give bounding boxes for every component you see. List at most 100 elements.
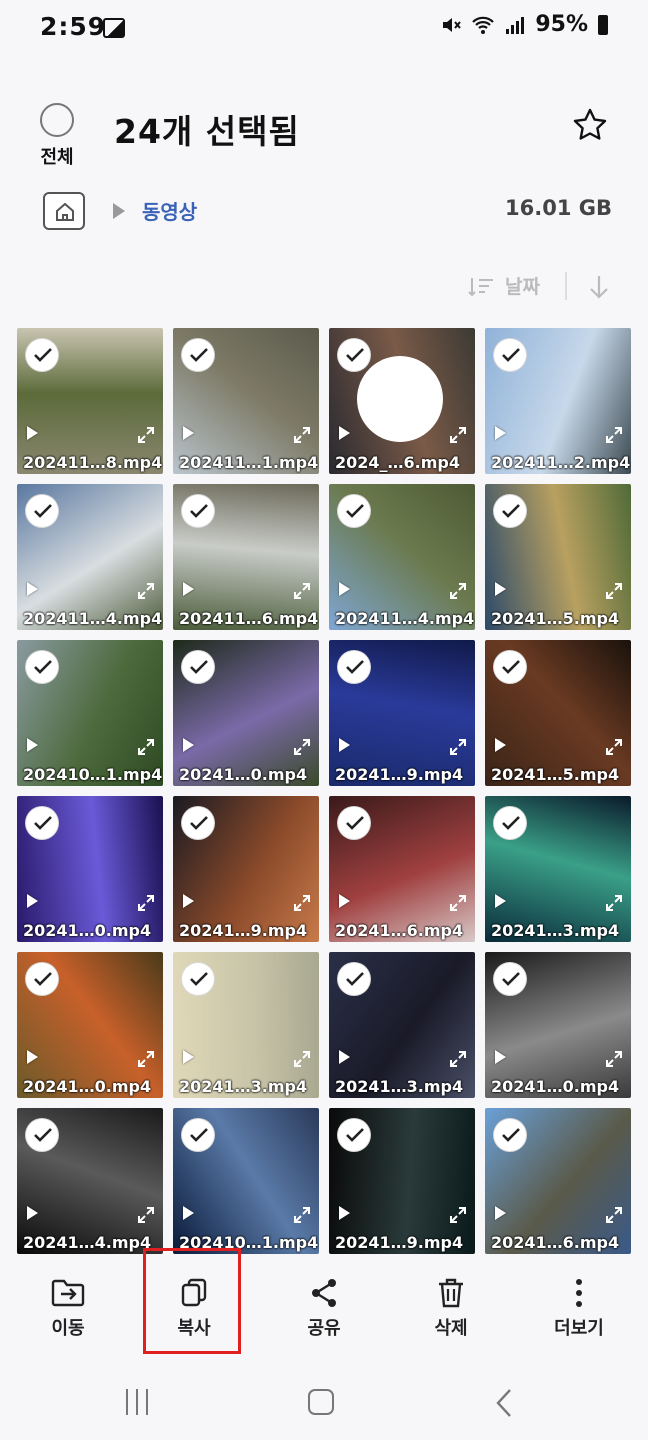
- page-title: 24개 선택됨: [114, 112, 300, 151]
- expand-icon[interactable]: [605, 894, 623, 912]
- expand-icon[interactable]: [137, 1206, 155, 1224]
- video-thumbnail[interactable]: 20241…0.mp4: [17, 952, 163, 1098]
- selected-check-icon[interactable]: [25, 650, 59, 684]
- video-filename: 20241…9.mp4: [179, 921, 308, 940]
- expand-icon[interactable]: [605, 738, 623, 756]
- video-thumbnail[interactable]: 20241…5.mp4: [485, 484, 631, 630]
- selected-check-icon[interactable]: [337, 338, 371, 372]
- video-thumbnail[interactable]: 202410…1.mp4: [17, 640, 163, 786]
- breadcrumb-folder[interactable]: 동영상: [142, 196, 197, 225]
- play-icon: [27, 582, 38, 596]
- expand-icon[interactable]: [605, 1050, 623, 1068]
- expand-icon[interactable]: [449, 1206, 467, 1224]
- home-folder-button[interactable]: [43, 192, 85, 230]
- video-thumbnail[interactable]: 20241…3.mp4: [485, 796, 631, 942]
- video-filename: 20241…5.mp4: [491, 609, 620, 628]
- selected-check-icon[interactable]: [25, 962, 59, 996]
- expand-icon[interactable]: [137, 582, 155, 600]
- expand-icon[interactable]: [137, 426, 155, 444]
- video-thumbnail[interactable]: 20241…0.mp4: [17, 796, 163, 942]
- video-thumbnail[interactable]: 20241…6.mp4: [485, 1108, 631, 1254]
- video-thumbnail[interactable]: 20241…9.mp4: [173, 796, 319, 942]
- expand-icon[interactable]: [293, 894, 311, 912]
- video-thumbnail[interactable]: 20241…9.mp4: [329, 1108, 475, 1254]
- play-icon: [495, 1206, 506, 1220]
- selected-check-icon[interactable]: [181, 962, 215, 996]
- delete-button[interactable]: 삭제: [401, 1276, 501, 1340]
- expand-icon[interactable]: [605, 582, 623, 600]
- video-filename: 202411…4.mp4: [335, 609, 475, 628]
- video-thumbnail[interactable]: 202411…6.mp4: [173, 484, 319, 630]
- expand-icon[interactable]: [605, 1206, 623, 1224]
- more-label: 더보기: [554, 1318, 604, 1339]
- selected-check-icon[interactable]: [337, 962, 371, 996]
- video-thumbnail[interactable]: 20241…3.mp4: [329, 952, 475, 1098]
- selected-check-icon[interactable]: [493, 494, 527, 528]
- expand-icon[interactable]: [293, 738, 311, 756]
- selected-check-icon[interactable]: [493, 338, 527, 372]
- video-thumbnail[interactable]: 202411…4.mp4: [17, 484, 163, 630]
- video-thumbnail[interactable]: 202411…8.mp4: [17, 328, 163, 474]
- selected-check-icon[interactable]: [493, 1118, 527, 1152]
- expand-icon[interactable]: [293, 582, 311, 600]
- move-button[interactable]: 이동: [18, 1276, 118, 1340]
- storage-size: 16.01 GB: [505, 196, 612, 220]
- selected-check-icon[interactable]: [25, 806, 59, 840]
- recents-icon[interactable]: [126, 1389, 148, 1415]
- selected-check-icon[interactable]: [181, 806, 215, 840]
- selected-check-icon[interactable]: [493, 962, 527, 996]
- selected-check-icon[interactable]: [25, 494, 59, 528]
- expand-icon[interactable]: [605, 426, 623, 444]
- expand-icon[interactable]: [137, 894, 155, 912]
- video-thumbnail[interactable]: 20241…6.mp4: [329, 796, 475, 942]
- share-button[interactable]: 공유: [274, 1276, 374, 1340]
- selected-check-icon[interactable]: [337, 650, 371, 684]
- expand-icon[interactable]: [449, 582, 467, 600]
- video-thumbnail[interactable]: 20241…5.mp4: [485, 640, 631, 786]
- expand-icon[interactable]: [293, 1050, 311, 1068]
- expand-icon[interactable]: [137, 1050, 155, 1068]
- expand-icon[interactable]: [449, 738, 467, 756]
- play-icon: [27, 738, 38, 752]
- selected-check-icon[interactable]: [181, 650, 215, 684]
- selected-check-icon[interactable]: [25, 1118, 59, 1152]
- selected-check-icon[interactable]: [493, 806, 527, 840]
- selected-check-icon[interactable]: [337, 494, 371, 528]
- select-all-checkbox[interactable]: [40, 103, 74, 137]
- video-filename: 202411…1.mp4: [179, 453, 319, 472]
- expand-icon[interactable]: [293, 1206, 311, 1224]
- select-all-toggle[interactable]: 전체: [40, 103, 74, 169]
- selected-check-icon[interactable]: [181, 494, 215, 528]
- selected-check-icon[interactable]: [181, 1118, 215, 1152]
- selected-check-icon[interactable]: [337, 1118, 371, 1152]
- video-thumbnail[interactable]: 202411…1.mp4: [173, 328, 319, 474]
- sort-direction-down-icon[interactable]: [588, 274, 610, 300]
- selected-check-icon[interactable]: [493, 650, 527, 684]
- video-thumbnail[interactable]: 2024_…6.mp4: [329, 328, 475, 474]
- video-thumbnail[interactable]: 202410…1.mp4: [173, 1108, 319, 1254]
- play-icon: [339, 894, 350, 908]
- expand-icon[interactable]: [449, 426, 467, 444]
- video-thumbnail[interactable]: 20241…0.mp4: [485, 952, 631, 1098]
- selected-check-icon[interactable]: [337, 806, 371, 840]
- star-icon[interactable]: [572, 107, 608, 143]
- video-thumbnail[interactable]: 20241…4.mp4: [17, 1108, 163, 1254]
- back-icon[interactable]: [494, 1388, 514, 1418]
- video-thumbnail[interactable]: 20241…0.mp4: [173, 640, 319, 786]
- play-icon: [27, 1206, 38, 1220]
- video-thumbnail[interactable]: 202411…2.mp4: [485, 328, 631, 474]
- video-grid: 202411…8.mp4 202411…1.mp4 2024_…6.mp4 20241…: [17, 328, 631, 1254]
- expand-icon[interactable]: [293, 426, 311, 444]
- video-thumbnail[interactable]: 202411…4.mp4: [329, 484, 475, 630]
- selected-check-icon[interactable]: [181, 338, 215, 372]
- sort-label[interactable]: 날짜: [505, 272, 540, 299]
- sort-icon[interactable]: [468, 276, 494, 298]
- home-button-icon[interactable]: [308, 1389, 334, 1415]
- video-thumbnail[interactable]: 20241…9.mp4: [329, 640, 475, 786]
- expand-icon[interactable]: [449, 894, 467, 912]
- selected-check-icon[interactable]: [25, 338, 59, 372]
- more-button[interactable]: 더보기: [529, 1276, 629, 1340]
- video-thumbnail[interactable]: 20241…3.mp4: [173, 952, 319, 1098]
- expand-icon[interactable]: [449, 1050, 467, 1068]
- expand-icon[interactable]: [137, 738, 155, 756]
